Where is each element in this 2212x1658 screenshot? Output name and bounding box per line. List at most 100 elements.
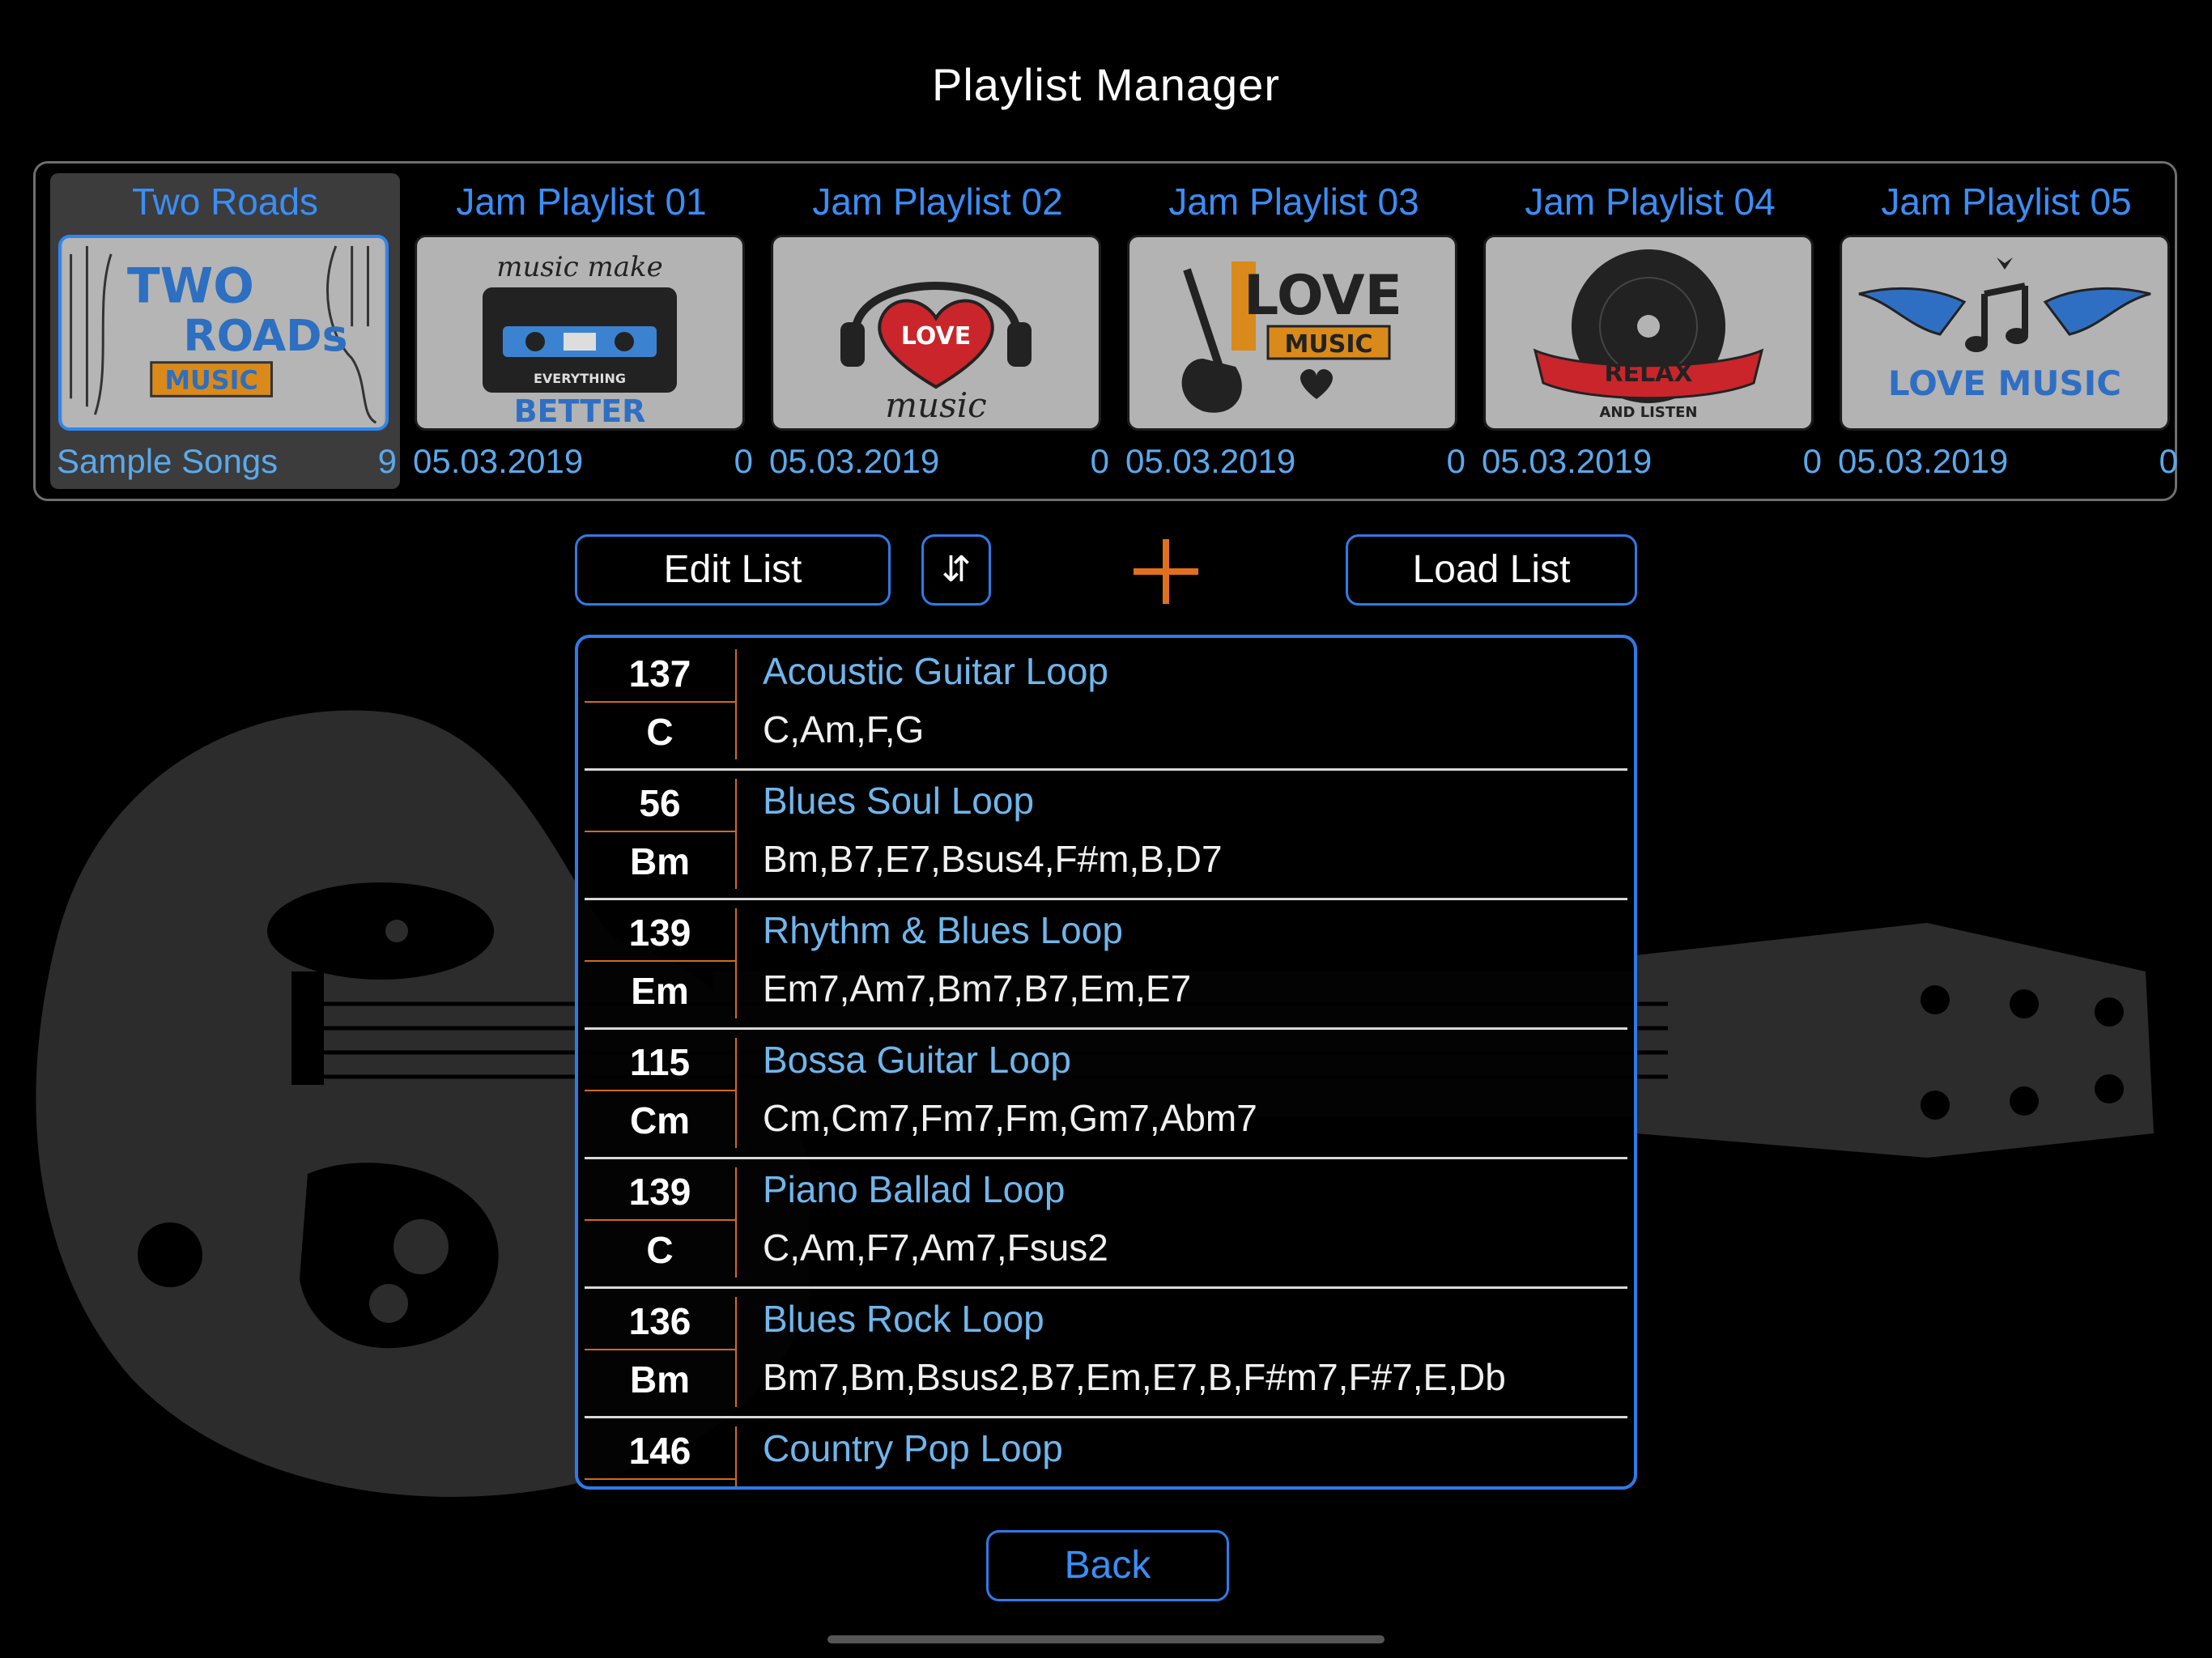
divider (585, 1478, 735, 1480)
artwork-text: BETTER (514, 393, 646, 428)
song-row[interactable]: 56 Bm Blues Soul Loop Bm,B7,E7,Bsus4,F#m… (585, 771, 1627, 900)
artwork-text: LOVE (1244, 264, 1402, 328)
artwork-text: music (885, 385, 986, 425)
playlist-song-count: 0 (1446, 442, 1465, 480)
song-chords: Bm,B7,E7,Bsus4,F#m,B,D7 (763, 838, 1223, 880)
cassette-music-make-everything-better-icon: music make EVERYTHING BETTER (415, 235, 745, 431)
divider (585, 1090, 735, 1091)
song-bpm: 146 (628, 1430, 691, 1472)
song-chords: C,Am,F7,Am7,Fsus2 (763, 1226, 1108, 1269)
divider (735, 1038, 737, 1148)
divider (585, 1349, 735, 1350)
playlist-song-count: 0 (2159, 442, 2178, 480)
sort-arrows-icon[interactable]: ⇵ (921, 534, 991, 606)
song-title: Blues Rock Loop (763, 1298, 1044, 1340)
song-title: Blues Soul Loop (763, 780, 1035, 822)
playlist-date: 05.03.2019 (1125, 442, 1296, 480)
playlist-name: Jam Playlist 04 (1525, 181, 1776, 223)
song-row[interactable]: 137 C Acoustic Guitar Loop C,Am,F,G (585, 641, 1627, 771)
edit-list-button[interactable]: Edit List (575, 534, 891, 606)
playlist-song-count: 0 (734, 442, 753, 480)
divider (585, 831, 735, 832)
song-key: Em (631, 970, 689, 1012)
song-title: Acoustic Guitar Loop (763, 650, 1109, 692)
playlist-date: 05.03.2019 (1838, 442, 2009, 480)
playlist-carousel[interactable]: Two Roads TWO ROADs MUSIC Sample Songs 9… (33, 161, 2178, 501)
back-button[interactable]: Back (986, 1530, 1229, 1601)
song-chords: Cm,Cm7,Fm7,Fm,Gm7,Abm7 (763, 1097, 1257, 1139)
playlist-card-jam-02[interactable]: Jam Playlist 02 LOVE music 05.03.2019 0 (763, 173, 1112, 489)
song-title: Rhythm & Blues Loop (763, 909, 1123, 951)
song-bpm: 115 (629, 1041, 691, 1083)
playlist-date: 05.03.2019 (413, 442, 584, 480)
artwork-text: music make (496, 251, 663, 283)
guitar-love-music-icon: LOVE MUSIC (1127, 235, 1457, 431)
playlist-card-jam-03[interactable]: Jam Playlist 03 LOVE MUSIC 05.03.2019 0 (1119, 173, 1469, 489)
song-title: Piano Ballad Loop (763, 1168, 1066, 1210)
divider (735, 908, 737, 1018)
playlist-subtitle: Sample Songs (57, 442, 279, 480)
song-bpm: 139 (628, 1171, 691, 1213)
artwork-text: AND LISTEN (1600, 404, 1698, 421)
artwork-text: LOVE (901, 322, 971, 351)
divider (735, 779, 737, 889)
playlist-name: Jam Playlist 03 (1168, 181, 1419, 223)
playlist-song-count: 0 (1090, 442, 1109, 480)
artwork-text: MUSIC (1285, 330, 1373, 359)
winged-notes-love-music-icon: LOVE MUSIC (1840, 235, 2170, 431)
song-chords: C,Am,F,G (763, 708, 925, 750)
playlist-name: Jam Playlist 02 (812, 181, 1063, 223)
playlist-name: Two Roads (131, 181, 319, 223)
load-list-button[interactable]: Load List (1346, 534, 1637, 606)
song-bpm: 137 (628, 653, 691, 695)
artwork-text: RELAX (1604, 359, 1692, 388)
divider (735, 649, 737, 759)
plus-icon[interactable] (1127, 533, 1205, 610)
home-indicator[interactable] (827, 1635, 1385, 1643)
divider (735, 1426, 737, 1486)
song-row[interactable]: 136 Bm Blues Rock Loop Bm7,Bm,Bsus2,B7,E… (585, 1289, 1627, 1418)
playlist-name: Jam Playlist 05 (1881, 181, 2132, 223)
song-key: Cm (629, 1099, 691, 1141)
song-key: Bm (629, 1358, 691, 1401)
playlist-name: Jam Playlist 01 (456, 181, 707, 223)
song-key (585, 1482, 735, 1486)
artwork-text: EVERYTHING (534, 371, 626, 386)
page-title: Playlist Manager (932, 59, 1280, 110)
song-title: Bossa Guitar Loop (763, 1039, 1072, 1081)
song-chords: Bm7,Bm,Bsus2,B7,Em,E7,B,F#m7,F#7,E,Db (763, 1356, 1506, 1398)
song-key: C (646, 1229, 674, 1271)
divider (735, 1297, 737, 1407)
song-row[interactable]: 139 Em Rhythm & Blues Loop Em7,Am7,Bm7,B… (585, 900, 1627, 1030)
song-bpm: 136 (628, 1300, 691, 1342)
artwork-text: MUSIC (165, 366, 258, 395)
artwork-text: LOVE MUSIC (1888, 363, 2121, 403)
playlist-card-two-roads[interactable]: Two Roads TWO ROADs MUSIC Sample Songs 9 (50, 173, 400, 489)
artwork-text: ROADs (183, 310, 347, 361)
divider (585, 701, 735, 703)
song-key: C (646, 711, 674, 753)
song-chords: Em7,Am7,Bm7,B7,Em,E7 (763, 967, 1192, 1010)
divider (585, 1219, 735, 1221)
two-roads-music-icon: TWO ROADs MUSIC (58, 235, 389, 431)
song-key: Bm (629, 840, 691, 882)
song-list[interactable]: 137 C Acoustic Guitar Loop C,Am,F,G 56 B… (575, 635, 1637, 1490)
song-bpm: 139 (628, 912, 691, 954)
song-bpm: 56 (639, 782, 681, 824)
song-row[interactable]: 115 Cm Bossa Guitar Loop Cm,Cm7,Fm7,Fm,G… (585, 1030, 1627, 1159)
playlist-date: 05.03.2019 (1482, 442, 1653, 480)
playlist-card-jam-01[interactable]: Jam Playlist 01 music make EVERYTHING BE… (406, 173, 756, 489)
divider (735, 1167, 737, 1278)
vinyl-relax-and-listen-icon: RELAX AND LISTEN (1483, 235, 1814, 431)
heart-headphones-love-music-icon: LOVE music (771, 235, 1101, 431)
playlist-card-jam-04[interactable]: Jam Playlist 04 RELAX AND LISTEN 05.03.2… (1475, 173, 1825, 489)
song-row[interactable]: 146 Country Pop Loop (585, 1418, 1627, 1486)
song-title: Country Pop Loop (763, 1427, 1063, 1469)
song-row[interactable]: 139 C Piano Ballad Loop C,Am,F7,Am7,Fsus… (585, 1159, 1627, 1289)
playlist-song-count: 0 (1802, 442, 1822, 480)
artwork-text: TWO (127, 258, 254, 314)
playlist-card-jam-05[interactable]: Jam Playlist 05 LOVE MUSIC 05.03.2019 0 (1831, 173, 2181, 489)
playlist-song-count: 9 (377, 442, 397, 480)
playlist-date: 05.03.2019 (769, 442, 940, 480)
divider (585, 960, 735, 962)
